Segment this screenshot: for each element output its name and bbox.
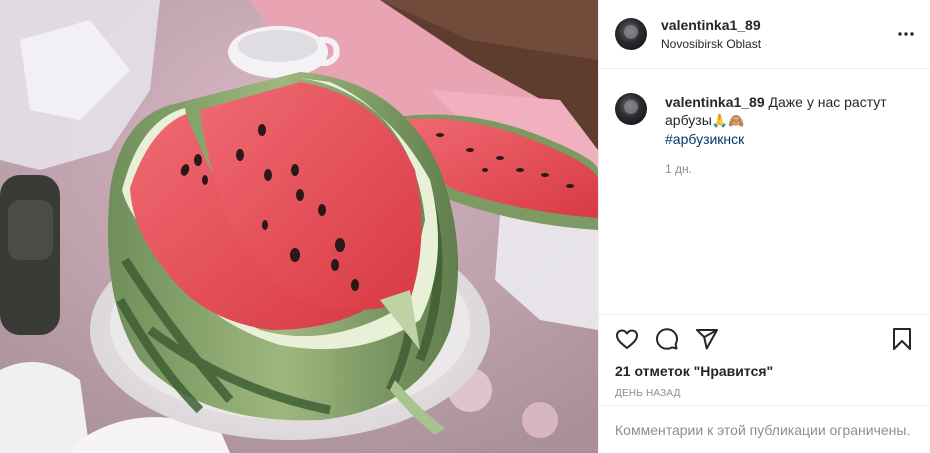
action-icons xyxy=(615,325,914,353)
actions-area: 21 отметок "Нравится" ДЕНЬ НАЗАД xyxy=(599,314,930,405)
instagram-post: valentinka1_89 Novosibirsk Oblast valent… xyxy=(0,0,930,453)
username-link[interactable]: valentinka1_89 xyxy=(661,17,761,33)
bookmark-icon xyxy=(893,328,911,350)
monkey-emoji: 🙈 xyxy=(727,113,745,128)
caption-age: 1 дн. xyxy=(665,162,692,176)
caption-username-link[interactable]: valentinka1_89 xyxy=(665,94,765,110)
caption-body: valentinka1_89 Даже у нас растут арбузы🙏… xyxy=(665,93,905,148)
post-side-panel: valentinka1_89 Novosibirsk Oblast valent… xyxy=(598,0,930,453)
share-button[interactable] xyxy=(695,327,719,351)
likes-count[interactable]: 21 отметок "Нравится" xyxy=(615,363,914,379)
caption-comment: valentinka1_89 Даже у нас растут арбузы🙏… xyxy=(615,93,914,148)
like-button[interactable] xyxy=(615,327,639,351)
post-header: valentinka1_89 Novosibirsk Oblast xyxy=(599,0,930,69)
hashtag-link[interactable]: #арбузикнск xyxy=(665,130,905,148)
more-options-icon xyxy=(898,32,914,36)
heart-icon xyxy=(616,329,638,349)
paper-plane-icon xyxy=(696,329,718,350)
caption-avatar[interactable] xyxy=(615,93,647,125)
save-button[interactable] xyxy=(890,327,914,351)
location-link[interactable]: Novosibirsk Oblast xyxy=(661,37,761,51)
comment-bubble-icon xyxy=(656,328,678,350)
post-photo[interactable] xyxy=(0,0,598,453)
header-text: valentinka1_89 Novosibirsk Oblast xyxy=(661,17,761,51)
pray-emoji: 🙏 xyxy=(711,113,728,128)
comments-disabled-notice: Комментарии к этой публикации ограничены… xyxy=(599,405,930,453)
comments-section: valentinka1_89 Даже у нас растут арбузы🙏… xyxy=(599,69,930,314)
comment-button[interactable] xyxy=(655,327,679,351)
watermelon-photo xyxy=(0,0,598,453)
post-date[interactable]: ДЕНЬ НАЗАД xyxy=(615,388,914,399)
avatar[interactable] xyxy=(615,18,647,50)
more-options-button[interactable] xyxy=(896,24,916,44)
